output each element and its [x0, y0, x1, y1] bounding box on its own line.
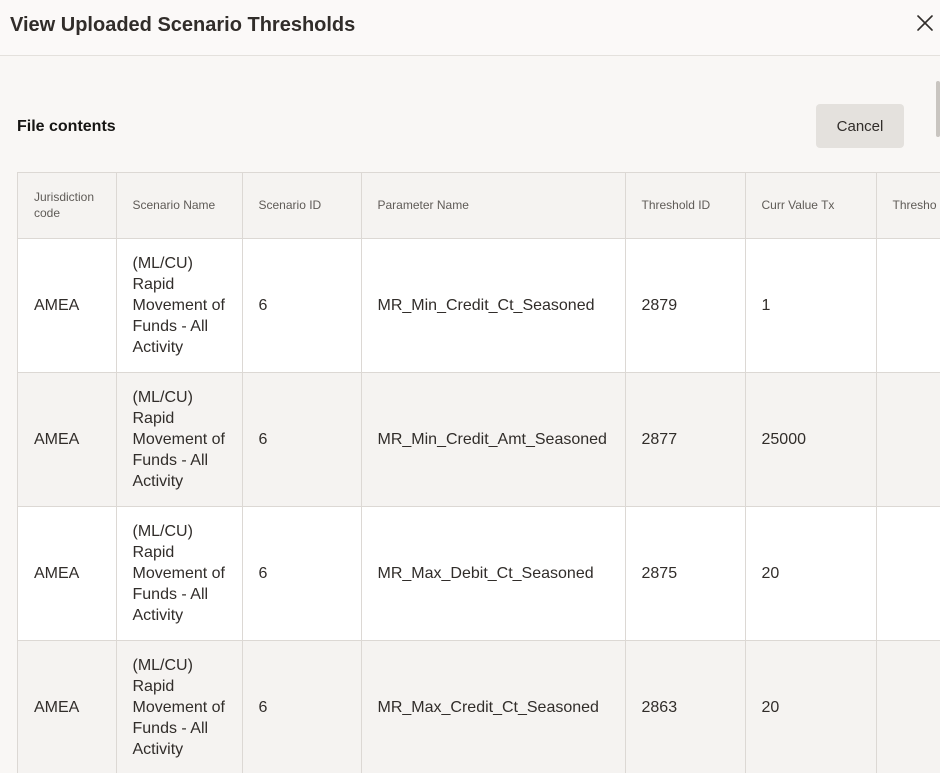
file-contents-table[interactable]: Jurisdiction code Scenario Name Scenario… [17, 172, 940, 773]
column-header-jurisdiction-code[interactable]: Jurisdiction code [18, 173, 117, 239]
cell-curr-value: 20 [745, 640, 877, 773]
cell-parameter-name: MR_Min_Credit_Amt_Seasoned [361, 372, 626, 507]
cell-parameter-name: MR_Min_Credit_Ct_Seasoned [361, 238, 626, 373]
cell-scenario-id: 6 [242, 506, 362, 641]
cancel-button[interactable]: Cancel [816, 104, 904, 148]
column-header-scenario-name[interactable]: Scenario Name [116, 173, 243, 239]
cell-threshold-type [876, 372, 940, 507]
column-header-parameter-name[interactable]: Parameter Name [361, 173, 626, 239]
cell-scenario-id: 6 [242, 372, 362, 507]
cell-threshold-type [876, 506, 940, 641]
cell-threshold-id: 2877 [625, 372, 746, 507]
cell-scenario-name: (ML/CU) Rapid Movement of Funds - All Ac… [116, 372, 243, 507]
column-header-threshold-truncated[interactable]: Thresho [876, 173, 940, 239]
cell-scenario-name: (ML/CU) Rapid Movement of Funds - All Ac… [116, 238, 243, 373]
column-header-curr-value-tx[interactable]: Curr Value Tx [745, 173, 877, 239]
dialog-body: File contents Cancel Jurisdiction code S… [0, 56, 940, 773]
vertical-scrollbar[interactable] [936, 81, 940, 137]
cell-scenario-name: (ML/CU) Rapid Movement of Funds - All Ac… [116, 506, 243, 641]
table-row[interactable]: AMEA (ML/CU) Rapid Movement of Funds - A… [18, 640, 940, 773]
table-row[interactable]: AMEA (ML/CU) Rapid Movement of Funds - A… [18, 372, 940, 507]
cell-threshold-id: 2875 [625, 506, 746, 641]
cell-scenario-name: (ML/CU) Rapid Movement of Funds - All Ac… [116, 640, 243, 773]
cell-curr-value: 1 [745, 238, 877, 373]
cell-jurisdiction: AMEA [18, 506, 117, 641]
cell-jurisdiction: AMEA [18, 372, 117, 507]
cell-threshold-type [876, 640, 940, 773]
column-header-scenario-id[interactable]: Scenario ID [242, 173, 362, 239]
column-header-threshold-id[interactable]: Threshold ID [625, 173, 746, 239]
cell-scenario-id: 6 [242, 640, 362, 773]
file-contents-title: File contents [17, 118, 116, 135]
cell-threshold-type [876, 238, 940, 373]
cell-threshold-id: 2879 [625, 238, 746, 373]
table-row[interactable]: AMEA (ML/CU) Rapid Movement of Funds - A… [18, 238, 940, 373]
dialog-title: View Uploaded Scenario Thresholds [10, 14, 356, 36]
cell-scenario-id: 6 [242, 238, 362, 373]
cell-threshold-id: 2863 [625, 640, 746, 773]
dialog-header: View Uploaded Scenario Thresholds [0, 0, 940, 56]
cell-curr-value: 20 [745, 506, 877, 641]
cell-jurisdiction: AMEA [18, 238, 117, 373]
cell-parameter-name: MR_Max_Credit_Ct_Seasoned [361, 640, 626, 773]
close-icon[interactable] [914, 12, 936, 34]
cell-curr-value: 25000 [745, 372, 877, 507]
cell-jurisdiction: AMEA [18, 640, 117, 773]
table-row[interactable]: AMEA (ML/CU) Rapid Movement of Funds - A… [18, 506, 940, 641]
table-header-row: Jurisdiction code Scenario Name Scenario… [18, 173, 940, 239]
close-button[interactable] [914, 12, 936, 34]
cell-parameter-name: MR_Max_Debit_Ct_Seasoned [361, 506, 626, 641]
